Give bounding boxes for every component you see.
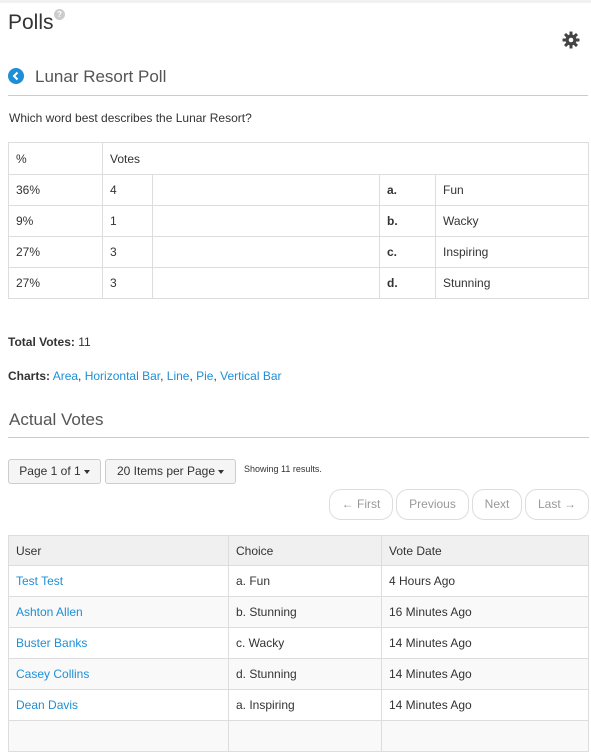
chart-link-line[interactable]: Line — [167, 369, 190, 383]
chart-link-pie[interactable]: Pie — [196, 369, 213, 383]
charts-links: Charts: Area, Horizontal Bar, Line, Pie,… — [8, 369, 282, 383]
result-percent: 27% — [8, 236, 103, 268]
previous-page-button[interactable]: Previous — [396, 489, 469, 520]
vote-choice: a. Inspiring — [228, 689, 382, 721]
vote-date: 4 Hours Ago — [381, 565, 589, 597]
vote-date: 14 Minutes Ago — [381, 658, 589, 690]
user-link[interactable]: Ashton Allen — [16, 605, 83, 619]
result-percent: 27% — [8, 267, 103, 299]
result-letter: a. — [379, 174, 436, 206]
result-bar — [152, 267, 380, 299]
result-percent: 9% — [8, 205, 103, 237]
vote-choice: a. Fun — [228, 565, 382, 597]
poll-title: Lunar Resort Poll — [35, 67, 167, 86]
result-choice: Fun — [435, 174, 589, 206]
caret-down-icon — [83, 469, 90, 474]
table-row: Casey Collins d. Stunning 14 Minutes Ago — [8, 658, 589, 690]
caret-down-icon — [218, 469, 225, 474]
votes-table: User Choice Vote Date Test Test a. Fun 4… — [8, 535, 589, 752]
chart-link-vertical-bar[interactable]: Vertical Bar — [220, 369, 281, 383]
charts-label: Charts: — [8, 369, 51, 383]
result-bar — [152, 205, 380, 237]
result-letter: d. — [379, 267, 436, 299]
result-votes: 3 — [102, 267, 153, 299]
result-choice: Inspiring — [435, 236, 589, 268]
table-row: Buster Banks c. Wacky 14 Minutes Ago — [8, 627, 589, 659]
percent-header: % — [8, 142, 103, 175]
result-bar — [152, 236, 380, 268]
result-votes: 3 — [102, 236, 153, 268]
result-votes: 4 — [102, 174, 153, 206]
page-select-label: Page 1 of 1 — [19, 464, 81, 478]
gear-icon[interactable] — [561, 30, 581, 50]
user-link[interactable]: Casey Collins — [16, 667, 89, 681]
user-column-header[interactable]: User — [8, 535, 229, 566]
table-row: Test Test a. Fun 4 Hours Ago — [8, 565, 589, 597]
results-header-row: % Votes — [8, 142, 589, 175]
table-row: Dean Davis a. Inspiring 14 Minutes Ago — [8, 689, 589, 721]
table-row — [8, 720, 589, 752]
items-per-page-label: 20 Items per Page — [116, 464, 216, 478]
top-border — [0, 0, 591, 3]
next-page-button[interactable]: Next — [472, 489, 522, 520]
help-icon[interactable]: ? — [54, 9, 65, 20]
votes-header-row: User Choice Vote Date — [8, 535, 589, 566]
vote-date: 16 Minutes Ago — [381, 596, 589, 628]
back-icon[interactable] — [8, 68, 24, 84]
vote-date: 14 Minutes Ago — [381, 627, 589, 659]
vote-choice: b. Stunning — [228, 596, 382, 628]
user-link[interactable]: Test Test — [16, 574, 63, 588]
chart-link-horizontal-bar[interactable]: Horizontal Bar — [85, 369, 160, 383]
app-title: Polls — [8, 11, 54, 34]
result-votes: 1 — [102, 205, 153, 237]
chart-link-area[interactable]: Area — [53, 369, 78, 383]
results-table: % Votes 36% 4 a. Fun 9% 1 b. Wacky 27% 3… — [8, 142, 589, 299]
total-votes: Total Votes: 11 — [8, 335, 91, 349]
vote-choice: d. Stunning — [228, 658, 382, 690]
actual-votes-title: Actual Votes — [9, 410, 104, 429]
result-letter: c. — [379, 236, 436, 268]
section-divider — [8, 437, 589, 438]
poll-header: Lunar Resort Poll — [8, 62, 588, 96]
first-page-button[interactable]: ← First — [329, 489, 393, 520]
votes-header: Votes — [102, 142, 589, 175]
choice-column-header[interactable]: Choice — [228, 535, 382, 566]
poll-question: Which word best describes the Lunar Reso… — [9, 111, 252, 125]
total-votes-value: 11 — [78, 335, 91, 349]
result-choice: Wacky — [435, 205, 589, 237]
table-row: Ashton Allen b. Stunning 16 Minutes Ago — [8, 596, 589, 628]
result-choice: Stunning — [435, 267, 589, 299]
total-votes-label: Total Votes: — [8, 335, 75, 349]
vote-date-column-header[interactable]: Vote Date — [381, 535, 589, 566]
items-per-page-button[interactable]: 20 Items per Page — [105, 459, 236, 484]
result-letter: b. — [379, 205, 436, 237]
results-count: Showing 11 results. — [244, 464, 322, 474]
result-percent: 36% — [8, 174, 103, 206]
vote-choice: c. Wacky — [228, 627, 382, 659]
page-select-button[interactable]: Page 1 of 1 — [8, 459, 101, 484]
result-row: 27% 3 c. Inspiring — [8, 236, 589, 268]
user-link[interactable]: Buster Banks — [16, 636, 87, 650]
result-row: 9% 1 b. Wacky — [8, 205, 589, 237]
result-row: 36% 4 a. Fun — [8, 174, 589, 206]
last-page-button[interactable]: Last → — [525, 489, 589, 520]
result-row: 27% 3 d. Stunning — [8, 267, 589, 299]
vote-date: 14 Minutes Ago — [381, 689, 589, 721]
user-link[interactable]: Dean Davis — [16, 698, 78, 712]
result-bar — [152, 174, 380, 206]
